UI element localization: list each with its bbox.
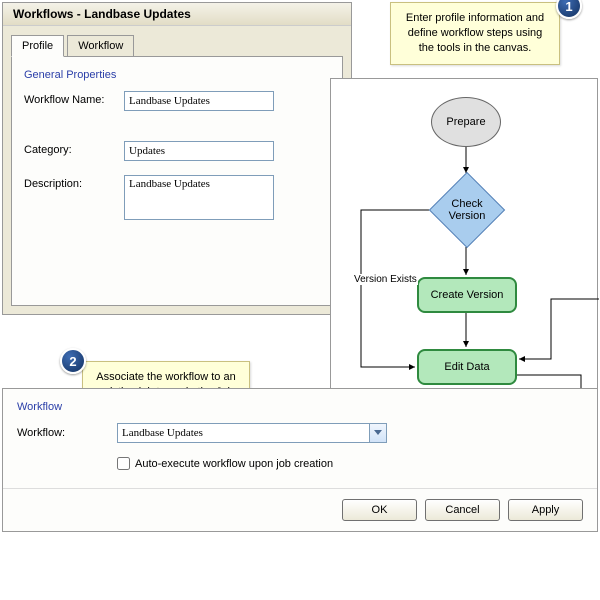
node-check-version[interactable]: Check Version xyxy=(431,174,503,246)
category-label: Category: xyxy=(24,141,124,156)
tab-profile[interactable]: Profile xyxy=(11,35,64,57)
auto-execute-checkbox[interactable] xyxy=(117,457,130,470)
ok-button[interactable]: OK xyxy=(342,499,417,521)
node-edit-data[interactable]: Edit Data xyxy=(417,349,517,385)
workflow-canvas[interactable]: Prepare Check Version Create Version Edi… xyxy=(330,78,598,398)
edge-label-version-exists: Version Exists xyxy=(353,274,418,285)
tab-workflow[interactable]: Workflow xyxy=(67,35,134,56)
job-type-dialog: Workflow Workflow: Auto-execute workflow… xyxy=(2,388,598,532)
tab-strip: Profile Workflow xyxy=(3,26,351,56)
node-prepare[interactable]: Prepare xyxy=(431,97,501,147)
node-check-version-label: Check Version xyxy=(449,198,486,222)
workflows-window: Workflows - Landbase Updates Profile Wor… xyxy=(2,2,352,315)
description-input[interactable]: Landbase Updates xyxy=(124,175,274,220)
callout-1: Enter profile information and define wor… xyxy=(390,2,560,65)
workflow-name-input[interactable] xyxy=(124,91,274,111)
profile-panel: General Properties Workflow Name: Catego… xyxy=(11,56,343,306)
description-label: Description: xyxy=(24,175,124,190)
workflow-section-legend: Workflow xyxy=(17,401,583,413)
chevron-down-icon[interactable] xyxy=(369,424,386,442)
category-input[interactable] xyxy=(124,141,274,161)
workflow-select-label: Workflow: xyxy=(17,427,117,439)
window-title: Workflows - Landbase Updates xyxy=(3,3,351,26)
auto-execute-label: Auto-execute workflow upon job creation xyxy=(135,458,333,470)
badge-2: 2 xyxy=(60,348,86,374)
badge-1: 1 xyxy=(556,0,582,19)
workflow-name-label: Workflow Name: xyxy=(24,91,124,106)
dialog-buttons: OK Cancel Apply xyxy=(3,488,597,531)
cancel-button[interactable]: Cancel xyxy=(425,499,500,521)
workflow-select[interactable] xyxy=(117,423,387,443)
general-properties-legend: General Properties xyxy=(24,69,330,81)
node-create-version[interactable]: Create Version xyxy=(417,277,517,313)
apply-button[interactable]: Apply xyxy=(508,499,583,521)
